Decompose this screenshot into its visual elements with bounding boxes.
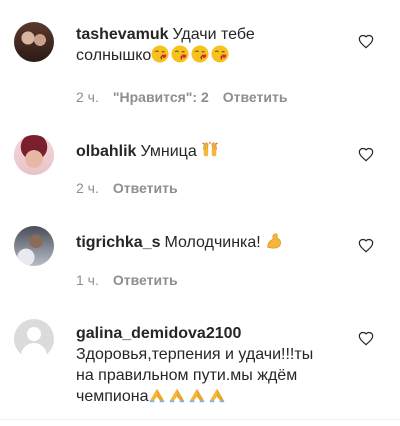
folded-hands-icon (148, 386, 166, 404)
comment-meta: 2 ч. "Нравится": 2 Ответить (76, 89, 287, 105)
avatar[interactable] (14, 226, 54, 266)
comment-time[interactable]: 2 ч. (76, 180, 99, 196)
comment-text: galina_demidova2100 Здоровья,терпения и … (76, 323, 346, 407)
folded-hands-icon (188, 386, 206, 404)
heart-icon[interactable] (358, 34, 374, 50)
comment-text: tigrichka_s Молодчинка! (76, 232, 346, 253)
comment-body: Здоровья,терпения и удачи!!!ты (76, 346, 314, 363)
likes-count[interactable]: "Нравится": 2 (113, 89, 209, 105)
avatar[interactable] (14, 319, 54, 359)
flexed-biceps-icon (265, 232, 283, 250)
separator (0, 419, 400, 420)
comment-username[interactable]: tigrichka_s (76, 234, 160, 251)
comment-username[interactable]: olbahlik (76, 143, 136, 160)
folded-hands-icon (168, 386, 186, 404)
comment-meta: 2 ч. Ответить (76, 180, 178, 196)
comment-body: чемпиона (76, 388, 149, 405)
avatar[interactable] (14, 135, 54, 175)
kiss-face-icon (211, 45, 229, 63)
kiss-face-icon (191, 45, 209, 63)
heart-icon[interactable] (358, 147, 374, 163)
reply-button[interactable]: Ответить (113, 180, 178, 196)
raising-hands-icon (201, 141, 219, 159)
comment-body: Умница (140, 143, 197, 160)
comment-text: olbahlik Умница (76, 141, 346, 162)
comment-body: Удачи тебе (172, 26, 255, 43)
folded-hands-icon (208, 386, 226, 404)
comment-text: tashevamuk Удачи тебе солнышко (76, 24, 346, 66)
kiss-face-icon (151, 45, 169, 63)
comment-body: на правильном пути.мы ждём (76, 367, 298, 384)
comment-body: солнышко (76, 47, 152, 64)
comment-meta: 1 ч. Ответить (76, 272, 178, 288)
comment-time[interactable]: 2 ч. (76, 89, 99, 105)
comment-time[interactable]: 1 ч. (76, 272, 99, 288)
comment-username[interactable]: galina_demidova2100 (76, 325, 241, 342)
reply-button[interactable]: Ответить (113, 272, 178, 288)
avatar[interactable] (14, 22, 54, 62)
kiss-face-icon (171, 45, 189, 63)
reply-button[interactable]: Ответить (223, 89, 288, 105)
comment-username[interactable]: tashevamuk (76, 26, 169, 43)
heart-icon[interactable] (358, 331, 374, 347)
heart-icon[interactable] (358, 238, 374, 254)
comment-body: Молодчинка! (164, 234, 261, 251)
